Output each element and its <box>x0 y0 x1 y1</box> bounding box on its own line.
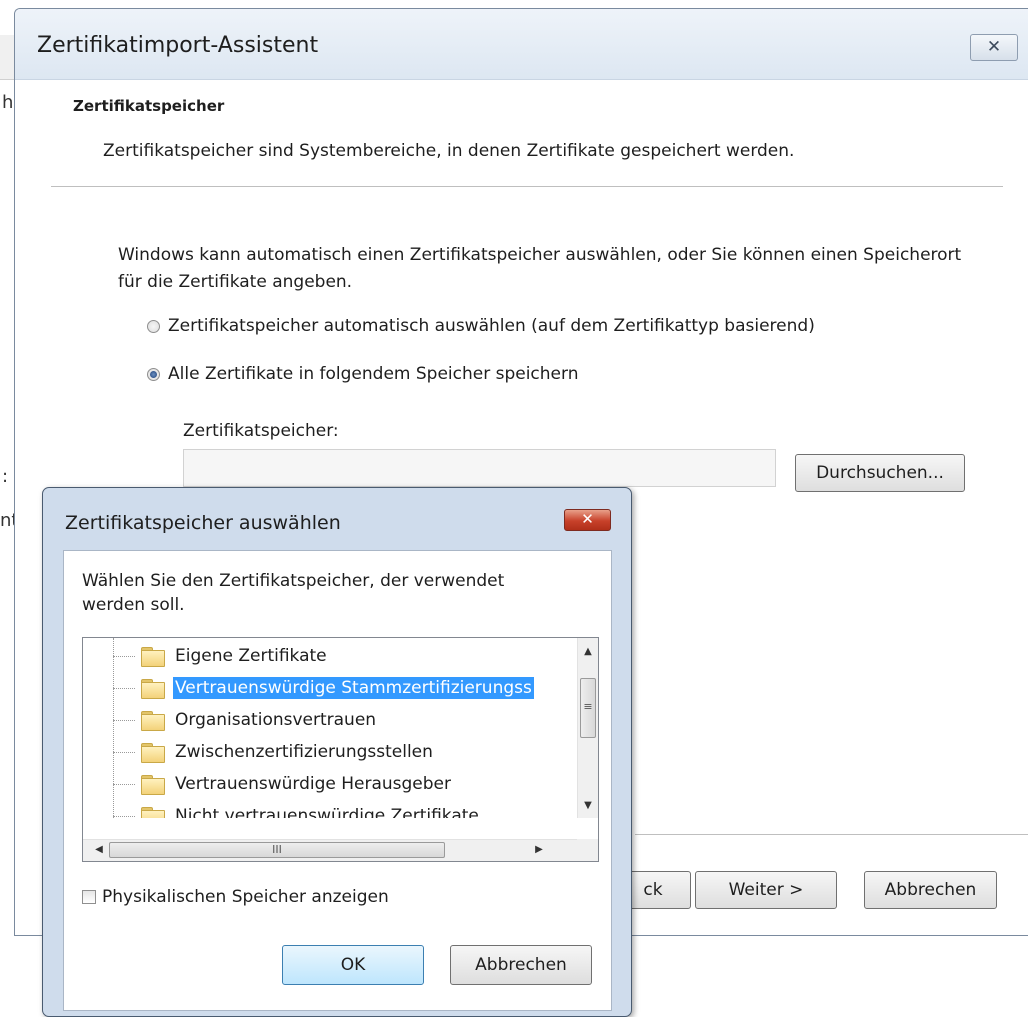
section-subheading: Zertifikatspeicher sind Systembereiche, … <box>103 141 795 161</box>
scroll-down-icon[interactable]: ▼ <box>578 796 598 816</box>
radio-auto-select-store[interactable]: Zertifikatspeicher automatisch auswählen… <box>147 316 815 336</box>
tree-item-label: Nicht vertrauenswürdige Zertifikate <box>175 806 479 818</box>
dialog-body: Wählen Sie den Zertifikatspeicher, der v… <box>63 550 612 1011</box>
scroll-right-icon[interactable]: ▶ <box>529 840 549 860</box>
dialog-title: Zertifikatspeicher auswählen <box>65 512 341 534</box>
scroll-left-icon[interactable]: ◀ <box>89 840 109 860</box>
tree-item-label: Organisationsvertrauen <box>175 710 377 730</box>
store-field[interactable] <box>183 449 776 487</box>
header-divider <box>51 186 1003 187</box>
tree-horizontal-scrollbar[interactable]: ◀ III ▶ <box>83 839 579 861</box>
scrollbar-corner <box>577 839 598 861</box>
tree-vertical-scrollbar[interactable]: ▲ ≡ ▼ <box>577 638 598 818</box>
tree-connector <box>113 719 135 721</box>
wizard-cancel-button[interactable]: Abbrechen <box>864 871 997 909</box>
tree-item-intermediate-ca[interactable]: Zwischenzertifizierungsstellen <box>113 736 435 768</box>
section-heading: Zertifikatspeicher <box>73 97 225 115</box>
radio-manual-label: Alle Zertifikate in folgendem Speicher s… <box>168 364 579 384</box>
checkbox-box[interactable] <box>82 890 96 904</box>
tree-item-trusted-publishers[interactable]: Vertrauenswürdige Herausgeber <box>113 768 453 800</box>
folder-icon <box>141 710 165 731</box>
browse-button[interactable]: Durchsuchen... <box>795 454 965 492</box>
background-window-strip <box>0 35 14 80</box>
tree-connector <box>113 783 135 785</box>
scroll-up-icon[interactable]: ▲ <box>578 642 598 662</box>
tree-item-label: Zwischenzertifizierungsstellen <box>175 742 433 762</box>
folder-icon <box>141 678 165 699</box>
tree-item-label-selected: Vertrauenswürdige Stammzertifizierungss <box>173 677 534 699</box>
folder-icon <box>141 742 165 763</box>
tree-item-trusted-root[interactable]: Vertrauenswürdige Stammzertifizierungss <box>113 672 534 704</box>
store-tree[interactable]: Eigene Zertifikate Vertrauenswürdige Sta… <box>82 637 599 862</box>
radio-auto-indicator[interactable] <box>147 319 160 333</box>
tree-item-eigene[interactable]: Eigene Zertifikate <box>113 640 329 672</box>
select-store-dialog: Zertifikatspeicher auswählen ✕ Wählen Si… <box>42 487 632 1017</box>
footer-divider <box>635 834 1028 835</box>
tree-connector <box>113 687 135 689</box>
store-description: Windows kann automatisch einen Zertifika… <box>118 245 962 292</box>
tree-connector <box>113 655 135 657</box>
physical-store-checkbox[interactable]: Physikalischen Speicher anzeigen <box>82 887 389 907</box>
radio-manual-indicator[interactable] <box>147 367 160 381</box>
dialog-prompt: Wählen Sie den Zertifikatspeicher, der v… <box>82 571 505 615</box>
tree-item-untrusted[interactable]: Nicht vertrauenswürdige Zertifikate <box>113 800 481 818</box>
wizard-titlebar[interactable]: Zertifikatimport-Assistent ✕ <box>15 9 1028 80</box>
physical-store-label: Physikalischen Speicher anzeigen <box>102 887 389 907</box>
radio-auto-label: Zertifikatspeicher automatisch auswählen… <box>168 316 815 336</box>
background-text: : <box>2 466 9 487</box>
dialog-close-button[interactable]: ✕ <box>564 509 611 531</box>
close-icon: ✕ <box>986 37 1002 57</box>
tree-item-organization-trust[interactable]: Organisationsvertrauen <box>113 704 378 736</box>
background-text: h <box>2 92 14 113</box>
folder-icon <box>141 774 165 795</box>
tree-item-label: Eigene Zertifikate <box>175 646 327 666</box>
vertical-scroll-thumb[interactable]: ≡ <box>580 678 596 738</box>
store-field-label: Zertifikatspeicher: <box>183 421 339 441</box>
close-icon: ✕ <box>581 510 594 528</box>
tree-connector <box>113 751 135 753</box>
ok-button[interactable]: OK <box>282 945 424 985</box>
folder-icon <box>141 806 165 818</box>
wizard-close-button[interactable]: ✕ <box>970 34 1018 61</box>
tree-item-label: Vertrauenswürdige Herausgeber <box>175 774 452 794</box>
folder-icon <box>141 646 165 667</box>
store-tree-list: Eigene Zertifikate Vertrauenswürdige Sta… <box>83 638 579 818</box>
wizard-title: Zertifikatimport-Assistent <box>37 33 319 58</box>
horizontal-scroll-thumb[interactable]: III <box>109 842 445 858</box>
next-button[interactable]: Weiter > <box>695 871 837 909</box>
radio-manual-store[interactable]: Alle Zertifikate in folgendem Speicher s… <box>147 364 578 384</box>
tree-connector <box>113 815 135 817</box>
dialog-cancel-button[interactable]: Abbrechen <box>450 945 592 985</box>
